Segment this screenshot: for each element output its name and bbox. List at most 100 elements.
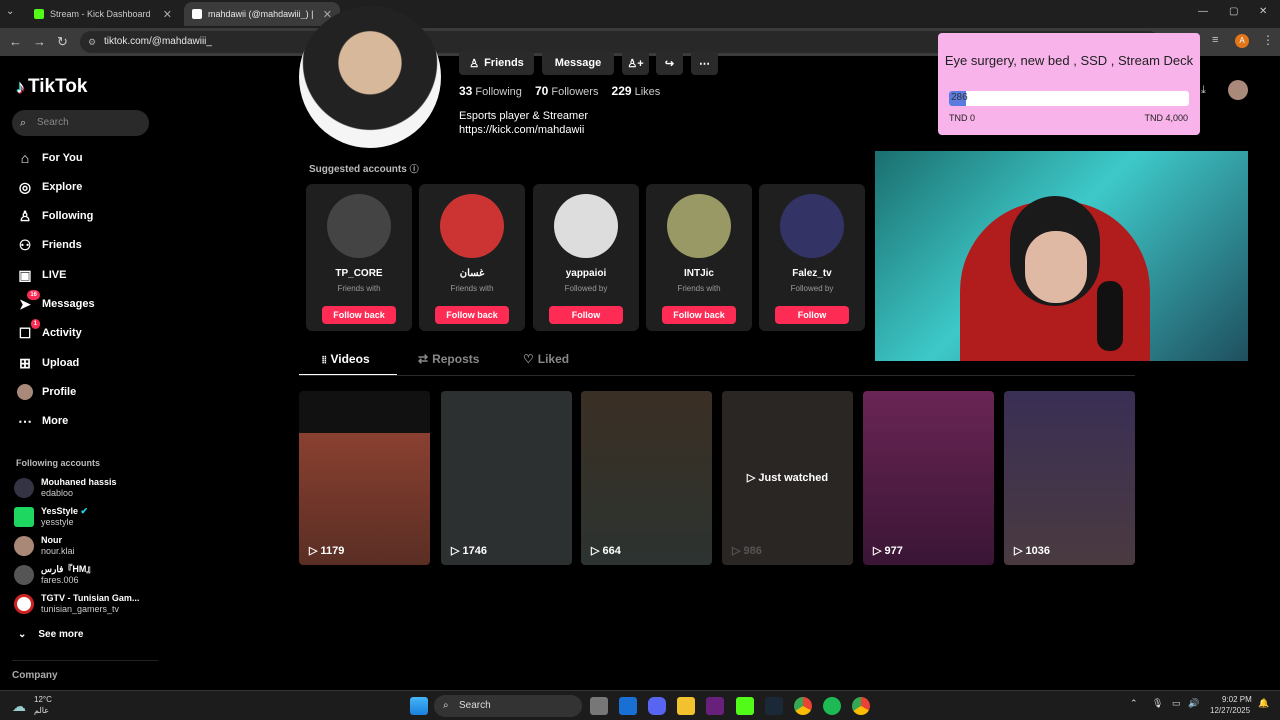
following-icon: ♙ xyxy=(18,207,32,224)
tab-search-button[interactable]: ⌄ xyxy=(6,6,14,17)
spotify-icon[interactable] xyxy=(823,697,841,715)
maximize-icon[interactable]: ▢ xyxy=(1229,6,1238,17)
task-view-icon[interactable] xyxy=(590,697,608,715)
clock-date[interactable]: 12/27/2025 xyxy=(1210,706,1250,715)
follow-back-button[interactable]: Follow back xyxy=(435,306,509,324)
view-count: ▷ 1179 xyxy=(309,545,345,557)
minimize-icon[interactable]: — xyxy=(1198,6,1208,17)
video-thumbnail[interactable]: ▷ 664 xyxy=(581,391,712,565)
follow-button[interactable]: Follow xyxy=(775,306,849,324)
tab-videos[interactable]: ⦙⦙ Videos xyxy=(322,352,370,366)
follow-button[interactable]: Follow xyxy=(549,306,623,324)
tab-label: Reposts xyxy=(432,352,480,366)
info-icon[interactable]: ⓘ xyxy=(410,164,419,174)
suggested-account-card[interactable]: INTJic Friends with Follow back xyxy=(646,184,752,331)
follow-back-button[interactable]: Follow back xyxy=(662,306,736,324)
video-thumbnail[interactable]: ▷ Just watched ▷ 986 xyxy=(722,391,853,565)
tab-liked[interactable]: ♡ Liked xyxy=(523,352,569,366)
search-input[interactable]: ⌕ Search xyxy=(12,110,149,136)
taskbar-search[interactable]: ⌕ Search xyxy=(434,695,582,717)
video-thumbnail[interactable]: ▷ 1179 xyxy=(299,391,430,565)
file-explorer-icon[interactable] xyxy=(677,697,695,715)
windows-taskbar: ☁ 12°C عالم ⌕ Search ⌃ 🎙 ▭ 🔊 9:02 PM 12/2… xyxy=(0,690,1280,720)
suggested-account-card[interactable]: Falez_tv Followed by Follow xyxy=(759,184,865,331)
nav-profile[interactable]: Profile xyxy=(16,381,76,403)
grid-icon: ⦙⦙ xyxy=(322,355,327,366)
mutual-label: Friends with xyxy=(337,284,381,293)
nav-for-you[interactable]: ⌂ For You xyxy=(16,147,83,169)
reading-list-icon[interactable]: ≡ xyxy=(1212,34,1218,46)
menu-kebab-icon[interactable]: ⋮ xyxy=(1262,33,1274,47)
button-label: Message xyxy=(554,57,602,69)
add-friend-button[interactable]: ♙+ xyxy=(622,51,649,75)
nav-live[interactable]: ▣ LIVE xyxy=(16,264,66,286)
followers-label[interactable]: Followers xyxy=(551,86,598,98)
bio-link[interactable]: https://kick.com/mahdawii xyxy=(459,123,588,137)
following-account-item[interactable]: Mouhaned hassis edabloo xyxy=(14,475,117,501)
network-icon[interactable]: ▭ xyxy=(1172,698,1181,709)
nav-explore[interactable]: ◎ Explore xyxy=(16,176,82,198)
nav-following[interactable]: ♙ Following xyxy=(16,205,94,227)
following-account-item[interactable]: فارس『HM』 fares.006 xyxy=(14,562,95,588)
forward-icon[interactable]: → xyxy=(33,34,46,49)
section-label: Suggested accounts xyxy=(309,164,407,175)
following-account-item[interactable]: YesStyle ✔ yesstyle xyxy=(14,504,88,530)
reload-icon[interactable]: ↻ xyxy=(57,34,68,50)
video-thumbnail[interactable]: ▷ 1036 xyxy=(1004,391,1135,565)
user-avatar[interactable] xyxy=(1228,80,1248,100)
weather-temp[interactable]: 12°C xyxy=(34,695,52,704)
following-account-item[interactable]: Nour nour.klai xyxy=(14,533,75,559)
suggested-account-card[interactable]: غسان Friends with Follow back xyxy=(419,184,525,331)
friends-button[interactable]: ♙ Friends xyxy=(459,51,534,75)
video-thumbnail[interactable]: ▷ 977 xyxy=(863,391,994,565)
url-text: tiktok.com/@mahdawiii_ xyxy=(104,36,212,47)
site-info-icon[interactable]: ⚙ xyxy=(88,31,96,53)
outlook-icon[interactable] xyxy=(619,697,637,715)
see-more-button[interactable]: ⌄ See more xyxy=(18,623,83,645)
share-icon: ↪ xyxy=(664,57,675,70)
tiktok-logo[interactable]: ♪ TikTok xyxy=(16,76,87,98)
profile-stats: 33 Following 70 Followers 229 Likes xyxy=(459,84,660,98)
share-button[interactable]: ↪ xyxy=(656,51,683,75)
steam-icon[interactable] xyxy=(765,697,783,715)
chrome-icon[interactable] xyxy=(794,697,812,715)
download-icon[interactable]: ⤓ xyxy=(1201,84,1206,97)
suggested-account-card[interactable]: TP_CORE Friends with Follow back xyxy=(306,184,412,331)
tab-kick-dashboard[interactable]: Stream - Kick Dashboard ✕ xyxy=(26,2,180,26)
tray-chevron-up-icon[interactable]: ⌃ xyxy=(1130,698,1138,709)
notification-icon[interactable]: 🔔 xyxy=(1258,698,1269,709)
donation-goal-widget: Eye surgery, new bed , SSD , Stream Deck… xyxy=(938,33,1200,135)
chrome-profile-icon[interactable] xyxy=(852,697,870,715)
clock-time[interactable]: 9:02 PM xyxy=(1222,695,1252,704)
company-link[interactable]: Company xyxy=(12,670,58,681)
back-icon[interactable]: ← xyxy=(9,34,22,49)
following-account-item[interactable]: TGTV - Tunisian Gam... tunisian_gamers_tv xyxy=(14,591,139,617)
nav-messages[interactable]: ➤ 16 Messages xyxy=(16,290,95,315)
tab-tiktok-profile[interactable]: mahdawii (@mahdawiii_) | TikT ✕ xyxy=(184,2,340,26)
kick-icon[interactable] xyxy=(736,697,754,715)
following-label[interactable]: Following xyxy=(475,86,521,98)
nav-friends[interactable]: ⚇ Friends xyxy=(16,234,82,256)
nav-more[interactable]: ⋯ More xyxy=(16,410,68,432)
discord-icon[interactable] xyxy=(648,697,666,715)
window-close-icon[interactable]: ✕ xyxy=(1259,6,1267,17)
friends-icon: ⚇ xyxy=(18,236,32,253)
vs-icon[interactable] xyxy=(706,697,724,715)
suggested-account-card[interactable]: yappaioi Followed by Follow xyxy=(533,184,639,331)
nav-label: For You xyxy=(42,152,83,164)
more-options-button[interactable]: ⋯ xyxy=(691,51,718,75)
video-thumbnail[interactable]: ▷ 1746 xyxy=(441,391,572,565)
tab-reposts[interactable]: ⇄ Reposts xyxy=(418,352,479,366)
nav-upload[interactable]: ⊞ Upload xyxy=(16,352,79,374)
close-icon[interactable]: ✕ xyxy=(163,8,172,21)
profile-avatar-button[interactable]: A xyxy=(1235,34,1249,48)
avatar xyxy=(667,194,731,258)
microphone-icon[interactable]: 🎙 xyxy=(1152,698,1163,709)
view-count-value: 1036 xyxy=(1025,545,1050,557)
follow-back-button[interactable]: Follow back xyxy=(322,306,396,324)
nav-activity[interactable]: ☐ 1 Activity xyxy=(16,319,82,344)
message-button[interactable]: Message xyxy=(542,51,614,75)
windows-start-icon[interactable] xyxy=(410,697,428,715)
webcam-overlay xyxy=(875,151,1248,361)
volume-icon[interactable]: 🔊 xyxy=(1188,698,1199,709)
